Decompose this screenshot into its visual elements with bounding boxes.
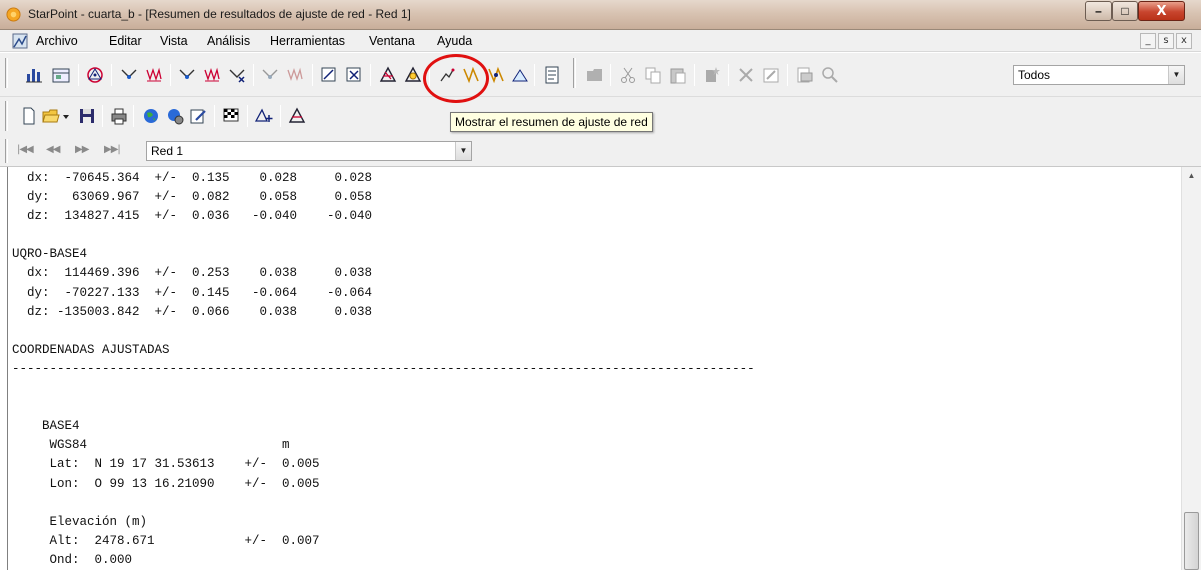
- print-preview-icon[interactable]: [794, 64, 816, 86]
- network-shape-icon[interactable]: [84, 64, 106, 86]
- vector-grid-icon[interactable]: [143, 64, 165, 86]
- report-text: dx: -70645.364 +/- 0.135 0.028 0.028 dy:…: [12, 169, 755, 570]
- vector-select-alt-icon[interactable]: [176, 64, 198, 86]
- toolbar-grip-4[interactable]: [5, 139, 8, 163]
- paste-icon[interactable]: [667, 64, 689, 86]
- triangle-fix-icon[interactable]: [509, 64, 531, 86]
- report-line: Alt: 2478.671 +/- 0.007: [12, 533, 320, 548]
- edit-document-icon[interactable]: [187, 105, 209, 127]
- report-icon[interactable]: [541, 64, 563, 86]
- globe-settings-icon[interactable]: [164, 105, 186, 127]
- table-view-icon[interactable]: [50, 64, 72, 86]
- chevron-down-icon[interactable]: ▼: [455, 142, 471, 160]
- chevron-down-icon[interactable]: ▼: [1168, 66, 1184, 84]
- report-line: [12, 379, 755, 398]
- menu-archivo[interactable]: Archivo: [36, 34, 78, 48]
- menu-analisis[interactable]: Análisis: [207, 34, 250, 48]
- window-title: StarPoint - cuarta_b - [Resumen de resul…: [28, 7, 411, 21]
- filter-combo[interactable]: Todos ▼: [1013, 65, 1185, 85]
- report-line: dy: -70227.133 +/- 0.145 -0.064 -0.064: [12, 285, 373, 300]
- previous-record-button[interactable]: ◀◀: [46, 144, 60, 155]
- menu-ayuda[interactable]: Ayuda: [437, 34, 472, 48]
- edit-vector-icon[interactable]: [318, 64, 340, 86]
- network-combo-value: Red 1: [151, 144, 184, 158]
- minimize-button[interactable]: –: [1085, 1, 1112, 21]
- close-button[interactable]: X: [1138, 1, 1185, 21]
- network-combo[interactable]: Red 1 ▼: [146, 141, 472, 161]
- properties-icon[interactable]: [760, 64, 782, 86]
- copy-icon[interactable]: [642, 64, 664, 86]
- last-record-button[interactable]: ▶▶|: [104, 144, 121, 155]
- menu-bar: Archivo Editar Vista Análisis Herramient…: [0, 30, 1201, 52]
- open-folder-icon[interactable]: [40, 105, 62, 127]
- checkered-flag-icon[interactable]: [220, 105, 242, 127]
- toolbar-grip[interactable]: [5, 58, 8, 88]
- menu-editar[interactable]: Editar: [109, 34, 142, 48]
- report-line: Elevación (m): [12, 514, 148, 529]
- edit-vector-cross-icon[interactable]: [343, 64, 365, 86]
- next-record-button[interactable]: ▶▶: [75, 144, 89, 155]
- vector-cross-icon[interactable]: [226, 64, 248, 86]
- report-line: [12, 322, 755, 341]
- toolbar-grip-2[interactable]: [573, 58, 576, 88]
- network-residuals-icon[interactable]: [402, 64, 424, 86]
- folder-icon[interactable]: [584, 64, 606, 86]
- vector-grid-alt-icon[interactable]: [201, 64, 223, 86]
- open-dropdown-icon[interactable]: [60, 105, 72, 127]
- mdi-restore-button[interactable]: ѕ: [1158, 33, 1174, 49]
- zoom-icon[interactable]: [819, 64, 841, 86]
- menu-vista[interactable]: Vista: [160, 34, 188, 48]
- report-line: Ond: 0.000: [12, 552, 133, 567]
- menu-ventana[interactable]: Ventana: [369, 34, 415, 48]
- adjustment-summary-icon[interactable]: [377, 64, 399, 86]
- report-line: WGS84 m: [12, 438, 290, 453]
- menu-herramientas[interactable]: Herramientas: [270, 34, 345, 48]
- report-text-area[interactable]: dx: -70645.364 +/- 0.135 0.028 0.028 dy:…: [7, 167, 1181, 570]
- maximize-button[interactable]: □: [1112, 1, 1138, 21]
- report-line: dz: -135003.842 +/- 0.066 0.038 0.038: [12, 304, 373, 319]
- vector-select-icon[interactable]: [118, 64, 140, 86]
- report-line: dz: 134827.415 +/- 0.036 -0.040 -0.040: [12, 209, 373, 224]
- mdi-minimize-button[interactable]: _: [1140, 33, 1156, 49]
- new-file-icon[interactable]: [18, 105, 40, 127]
- report-line: Lat: N 19 17 31.53613 +/- 0.005: [12, 457, 320, 472]
- scroll-up-arrow-icon[interactable]: ▲: [1182, 167, 1201, 184]
- scroll-thumb[interactable]: [1184, 512, 1199, 570]
- print-icon[interactable]: [108, 105, 130, 127]
- report-line: COORDENADAS AJUSTADAS: [12, 342, 170, 357]
- document-icon[interactable]: [12, 33, 28, 49]
- globe-icon[interactable]: [140, 105, 162, 127]
- report-line: ----------------------------------------…: [12, 361, 755, 376]
- vector-faded-icon[interactable]: [259, 64, 281, 86]
- network-triangle-icon[interactable]: [286, 105, 308, 127]
- report-line: BASE4: [12, 419, 80, 434]
- highlight-circle: [423, 54, 489, 103]
- report-line: dx: -70645.364 +/- 0.135 0.028 0.028: [12, 171, 373, 185]
- save-icon[interactable]: [76, 105, 98, 127]
- cut-icon[interactable]: [617, 64, 639, 86]
- main-toolbar: Todos ▼: [0, 53, 1201, 97]
- vector-grid-faded-icon[interactable]: [284, 64, 306, 86]
- report-line: [12, 494, 755, 513]
- title-bar: StarPoint - cuarta_b - [Resumen de resul…: [0, 0, 1201, 30]
- bar-chart-icon[interactable]: [23, 64, 45, 86]
- filter-combo-value: Todos: [1018, 68, 1051, 82]
- first-record-button[interactable]: |◀◀: [17, 144, 34, 155]
- report-line: dy: 63069.967 +/- 0.082 0.058 0.058: [12, 190, 373, 205]
- report-line: dx: 114469.396 +/- 0.253 0.038 0.038: [12, 266, 373, 281]
- toolbar-grip-3[interactable]: [5, 101, 8, 131]
- toolbar-tooltip: Mostrar el resumen de ajuste de red: [450, 112, 653, 132]
- vertical-scrollbar[interactable]: ▲: [1181, 167, 1201, 570]
- delete-icon[interactable]: [735, 64, 757, 86]
- new-item-icon[interactable]: [701, 64, 723, 86]
- report-line: [12, 226, 755, 245]
- starpoint-app-icon: [6, 7, 21, 22]
- add-point-icon[interactable]: [253, 105, 275, 127]
- mdi-close-button[interactable]: x: [1176, 33, 1192, 49]
- report-line: Lon: O 99 13 16.21090 +/- 0.005: [12, 476, 320, 491]
- report-line: UQRO-BASE4: [12, 247, 88, 262]
- report-line: [12, 398, 755, 417]
